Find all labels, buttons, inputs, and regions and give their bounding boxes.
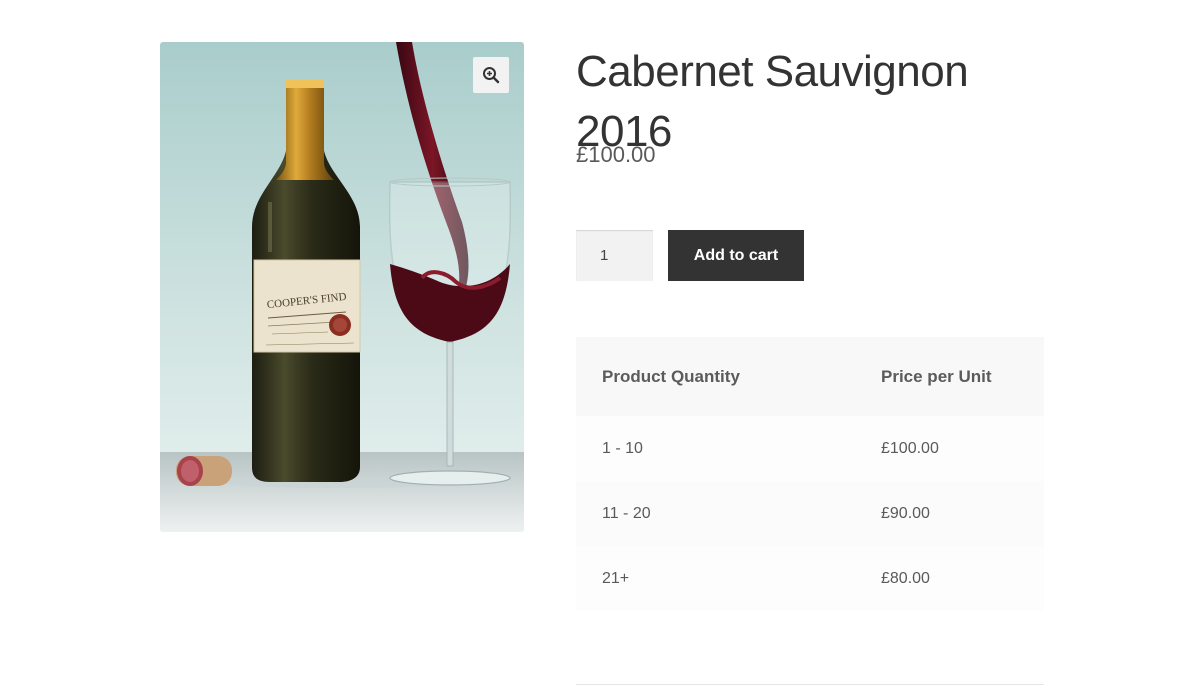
product-image[interactable]: COOPER'S FIND: [160, 42, 524, 532]
table-row: 11 - 20 £90.00: [576, 481, 1044, 546]
zoom-button[interactable]: [473, 57, 509, 93]
product-gallery: COOPER'S FIND: [160, 42, 524, 532]
tiered-pricing-table: Product Quantity Price per Unit 1 - 10 £…: [576, 337, 1044, 611]
table-row: 21+ £80.00: [576, 546, 1044, 611]
tier-quantity: 1 - 10: [576, 416, 855, 481]
cork: [176, 456, 232, 486]
table-row: 1 - 10 £100.00: [576, 416, 1044, 481]
quantity-input[interactable]: [576, 230, 653, 281]
add-to-cart-button[interactable]: Add to cart: [668, 230, 804, 281]
product-summary: Cabernet Sauvignon 2016 £100.00 Add to c…: [576, 42, 1044, 611]
tier-quantity: 11 - 20: [576, 481, 855, 546]
product-price: £100.00: [576, 142, 656, 167]
column-header-quantity: Product Quantity: [576, 337, 855, 416]
tier-price: £90.00: [855, 481, 1044, 546]
zoom-in-icon: [483, 67, 500, 84]
column-header-price: Price per Unit: [855, 337, 1044, 416]
add-to-cart-form: Add to cart: [576, 230, 804, 281]
tier-price: £100.00: [855, 416, 1044, 481]
product-title: Cabernet Sauvignon 2016: [576, 47, 969, 156]
tier-quantity: 21+: [576, 546, 855, 611]
tier-price: £80.00: [855, 546, 1044, 611]
table-header-row: Product Quantity Price per Unit: [576, 337, 1044, 416]
section-divider: [576, 684, 1044, 685]
product-page: COOPER'S FIND Cabernet Sauvignon 2016 £1…: [0, 0, 1200, 686]
